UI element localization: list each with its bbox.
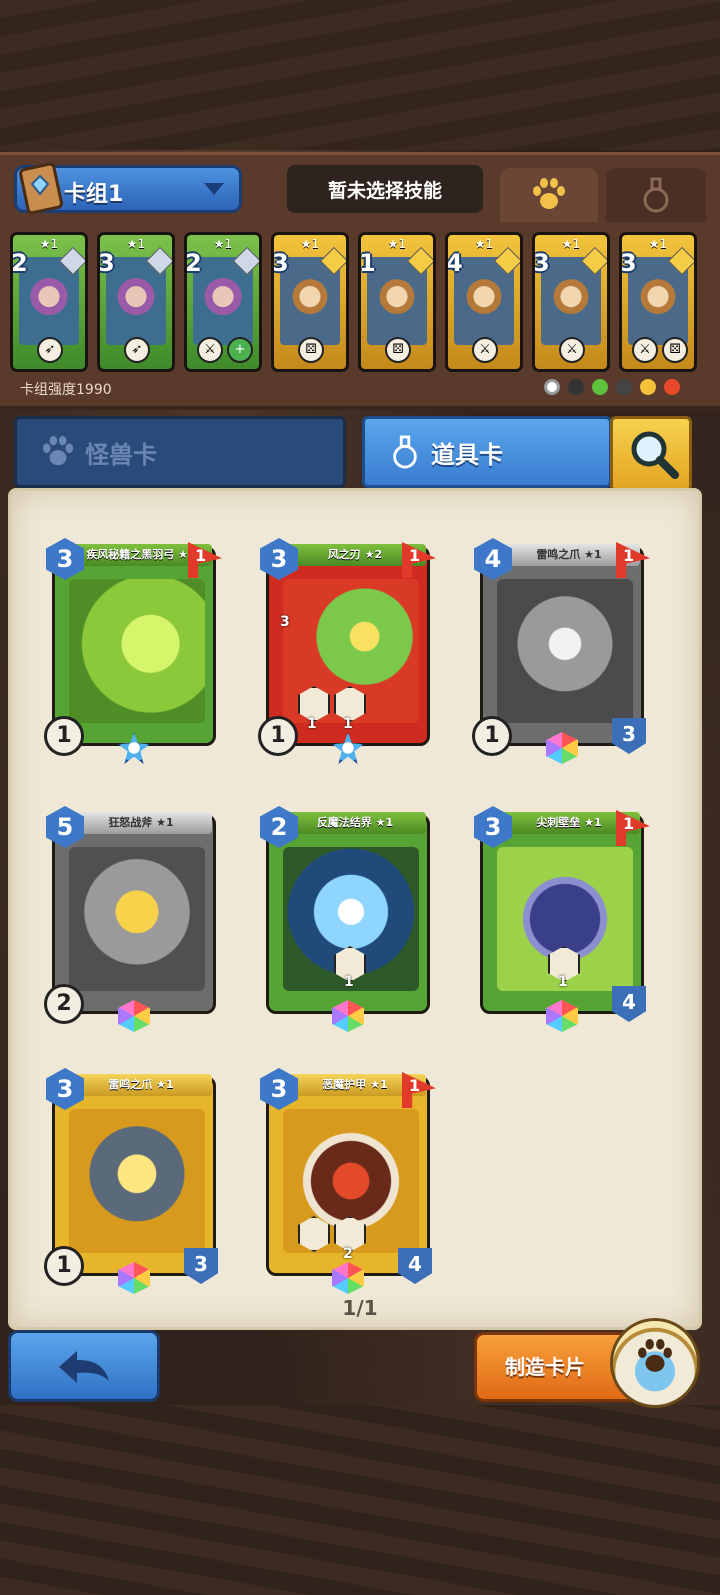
sword-icon: ⚔ [559, 337, 585, 363]
ability-value: 1 [307, 716, 317, 732]
bow-art [69, 579, 205, 723]
deck-name: 卡组1 [64, 182, 124, 207]
back-button[interactable] [8, 1330, 160, 1402]
back-arrow-icon [59, 1351, 109, 1383]
search-button[interactable] [610, 416, 692, 492]
bow-icon: ➶ [124, 337, 150, 363]
item-card[interactable]: 恶魔护甲 ★1 3 1 2 4 [260, 1068, 436, 1294]
deck-book-icon [19, 162, 64, 215]
tab-item-cards[interactable]: 道具卡 [362, 416, 612, 488]
card-attack: 2 [44, 984, 84, 1024]
lightning-icon [640, 379, 656, 395]
bottom-wood-background [0, 1405, 720, 1595]
axe-art [69, 847, 205, 991]
deck-strength: 卡组强度1990 [20, 382, 112, 398]
card-defense: 4 [612, 986, 646, 1022]
deck-card[interactable]: ★1 3 ➶ [97, 232, 175, 372]
item-card[interactable]: 风之刃 ★2 3 1 3 1 1 1 [258, 538, 436, 764]
dice-icon: ⚄ [385, 337, 411, 363]
craft-jar-icon[interactable] [610, 1318, 700, 1408]
top-wood-background [0, 0, 720, 150]
neutral-icon [544, 379, 560, 395]
item-card[interactable]: 雷鸣之爪 ★1 4 1 1 3 [472, 538, 650, 764]
item-card[interactable]: 狂怒战斧 ★1 5 2 [44, 806, 222, 1032]
skill-selector[interactable]: 暂未选择技能 [287, 165, 483, 213]
card-frame [52, 814, 216, 1014]
ability-value: 2 [343, 1246, 353, 1262]
bow-icon: ➶ [37, 337, 63, 363]
side-stat: 3 [280, 614, 290, 630]
tab-monster-cards[interactable]: 怪兽卡 [14, 416, 346, 488]
attribute-filter-icons [544, 379, 680, 395]
card-cost: 4 [446, 249, 463, 277]
card-defense: 3 [184, 1248, 218, 1284]
heal-icon: + [227, 337, 253, 363]
chevron-down-icon [204, 183, 224, 195]
deck-card[interactable]: ★1 2 ➶ [10, 232, 88, 372]
sword-icon: ⚔ [632, 337, 658, 363]
deck-card[interactable]: ★1 3 ⚄ [271, 232, 349, 372]
deck-card[interactable]: ★1 3 ⚔ ⚄ [619, 232, 697, 372]
card-attack: 1 [258, 716, 298, 756]
card-defense: 4 [398, 1248, 432, 1284]
card-cost: 3 [98, 249, 115, 277]
page-indicator: 1/1 [342, 1296, 378, 1320]
thunder-claw-art [497, 579, 633, 723]
deck-card[interactable]: ★1 2 ⚔ + [184, 232, 262, 372]
card-attack: 1 [472, 716, 512, 756]
paw-icon [533, 178, 565, 209]
paw-icon [42, 436, 74, 466]
tab-monster-deck[interactable] [500, 168, 598, 222]
dice-icon: ⚄ [298, 337, 324, 363]
potion-icon [393, 435, 417, 469]
card-name: 雷鸣之爪 ★1 [70, 1074, 212, 1096]
card-attack: 1 [44, 716, 84, 756]
card-name: 狂怒战斧 ★1 [70, 812, 212, 834]
card-name: 反魔法结界 ★1 [284, 812, 426, 834]
item-card[interactable]: 反魔法结界 ★1 2 1 [260, 806, 436, 1032]
card-cost: 2 [11, 249, 28, 277]
item-card[interactable]: 尖刺壁垒 ★1 3 1 1 4 [474, 806, 650, 1032]
ability-value: 1 [343, 716, 353, 732]
dark-icon [568, 379, 584, 395]
thunder-claw-art [69, 1109, 205, 1253]
potion-icon [643, 177, 669, 213]
tab-item-label: 道具卡 [431, 440, 503, 469]
item-card[interactable]: 疾风秘籍之黑羽弓 ★1 3 1 1 [44, 538, 222, 764]
fire-icon [664, 379, 680, 395]
card-cost: 3 [533, 249, 550, 277]
tab-item-deck[interactable] [606, 168, 706, 222]
paw-icon [638, 1339, 672, 1372]
deck-card[interactable]: ★1 4 ⚔ [445, 232, 523, 372]
card-cost: 2 [185, 249, 202, 277]
ability-value: 1 [344, 974, 354, 990]
card-defense: 3 [612, 718, 646, 754]
tab-monster-label: 怪兽卡 [85, 440, 157, 469]
shadow-icon [616, 379, 632, 395]
item-card[interactable]: 雷鸣之爪 ★1 3 1 3 [44, 1068, 222, 1294]
card-frame [52, 1076, 216, 1276]
card-cost: 3 [272, 249, 289, 277]
deck-card[interactable]: ★1 3 ⚔ [532, 232, 610, 372]
card-attack: 1 [44, 1246, 84, 1286]
sword-icon: ⚔ [197, 337, 223, 363]
card-cost: 3 [620, 249, 637, 277]
sword-icon: ⚔ [472, 337, 498, 363]
search-icon [631, 431, 679, 479]
deck-card[interactable]: ★1 1 ⚄ [358, 232, 436, 372]
dice-icon: ⚄ [662, 337, 688, 363]
card-cost: 1 [359, 249, 376, 277]
nature-icon [592, 379, 608, 395]
ability-value: 1 [558, 974, 568, 990]
